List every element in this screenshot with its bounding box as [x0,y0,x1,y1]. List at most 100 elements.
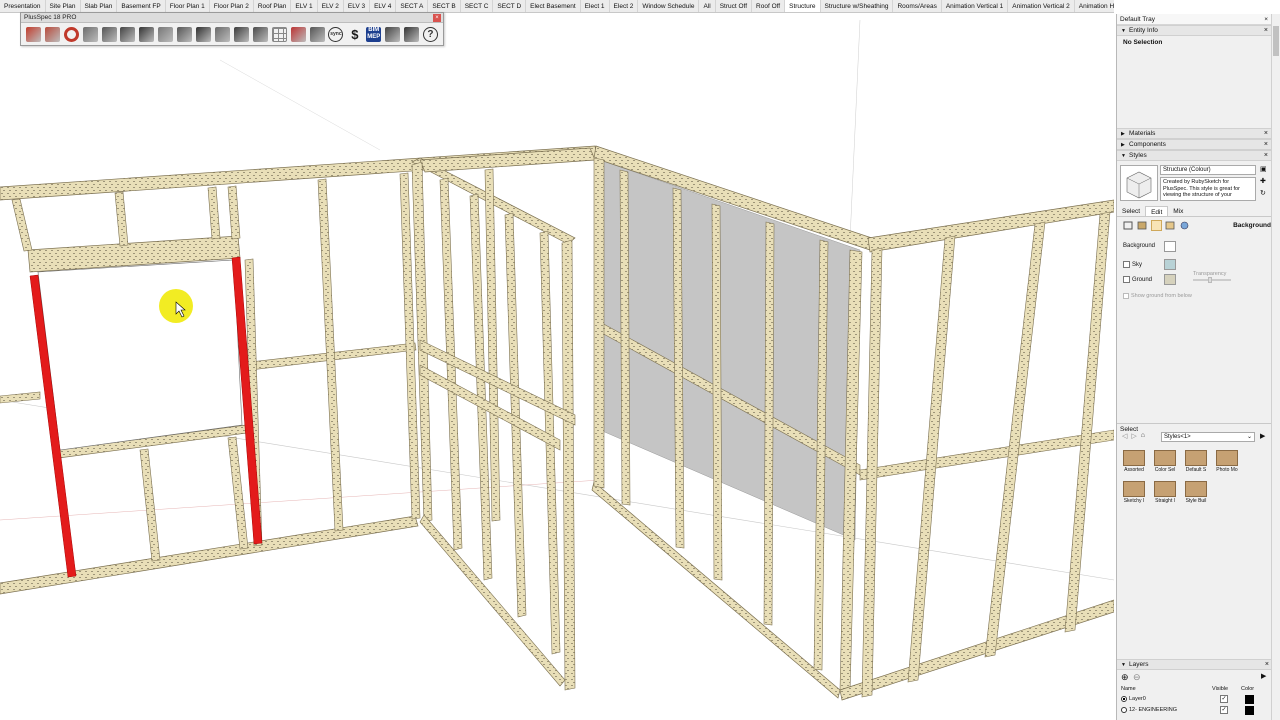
background-color-swatch[interactable] [1164,241,1176,252]
watermark-settings-icon[interactable] [1165,220,1176,231]
scene-tab[interactable]: All [699,0,716,12]
scene-tab[interactable]: Structure w/Sheathing [821,0,894,12]
close-icon[interactable]: × [1264,14,1268,25]
scene-tab[interactable]: Rooms/Areas [893,0,942,12]
tray-scrollbar-thumb[interactable] [1273,26,1279,56]
hexagon-tool-icon[interactable] [213,25,232,44]
layer-color-swatch[interactable] [1245,695,1254,704]
details-arrow-icon[interactable]: ▶ [1260,432,1265,440]
active-layer-radio[interactable] [1121,696,1127,702]
update-style-icon[interactable]: ▣ [1260,165,1268,173]
scene-tab[interactable]: ELV 1 [291,0,318,12]
close-icon[interactable]: × [1264,140,1268,150]
slope-tool-icon[interactable] [232,25,251,44]
plusspec-title[interactable]: PlusSpec 18 PRO [21,13,443,23]
components-header[interactable]: ▶ Components × [1117,139,1271,150]
scene-tab[interactable]: Floor Plan 1 [166,0,210,12]
camera-icon[interactable] [251,25,270,44]
measure-icon[interactable] [383,25,402,44]
forward-arrow-icon[interactable]: ▷ [1131,432,1136,440]
post-tool-icon[interactable] [156,25,175,44]
grid-icon[interactable] [270,25,289,44]
transparency-slider-handle[interactable] [1208,277,1212,283]
truck-icon[interactable] [24,25,43,44]
scene-tab[interactable]: Roof Off [752,0,786,12]
face-settings-icon[interactable] [1137,220,1148,231]
scene-tab[interactable]: Structure [785,0,821,12]
scene-tab[interactable]: ELV 3 [344,0,371,12]
pointer-icon[interactable] [402,25,421,44]
style-preview-thumbnail[interactable] [1120,165,1158,201]
style-name-field[interactable]: Structure (Colour) [1160,165,1256,175]
style-folder-thumbnail[interactable]: Photo Mo [1213,450,1241,478]
remove-layer-icon[interactable]: ⊖ [1133,672,1141,683]
layers-col-visible[interactable]: Visible [1212,686,1228,692]
sky-checkbox[interactable] [1123,261,1130,268]
corner-tool-icon[interactable] [194,25,213,44]
layer-visible-checkbox[interactable]: ✓ [1220,695,1228,703]
show-ground-checkbox[interactable] [1123,293,1129,299]
tray-scrollbar[interactable] [1271,14,1280,720]
wall-tool-icon[interactable] [43,25,62,44]
close-icon[interactable]: × [433,14,441,22]
column-tool-icon[interactable] [100,25,119,44]
scene-tab[interactable]: SECT C [461,0,494,12]
scene-tab[interactable]: Animation Horizontal 1 [1075,0,1114,12]
ground-checkbox[interactable] [1123,276,1130,283]
style-tab[interactable]: Mix [1168,206,1188,216]
scene-tab[interactable]: Struct Off [716,0,753,12]
close-icon[interactable]: × [1264,151,1268,161]
style-description-field[interactable]: Created by RubySketch for PlusSpec. This… [1160,177,1256,201]
stair-tool-icon[interactable] [175,25,194,44]
refresh-icon[interactable]: ↻ [1260,189,1268,197]
style-folder-thumbnail[interactable]: Straight l [1151,481,1179,509]
styles-header[interactable]: ▼ Styles × [1117,150,1271,161]
lines-tool-icon[interactable] [289,25,308,44]
add-layer-icon[interactable]: ⊕ [1121,672,1129,683]
ring-tool-icon[interactable] [62,25,81,44]
entity-info-header[interactable]: ▼ Entity Info × [1117,25,1271,36]
sync-icon[interactable]: sync [327,25,346,44]
box-tool-icon[interactable] [308,25,327,44]
scene-tab[interactable]: Window Schedule [638,0,700,12]
background-settings-icon[interactable] [1151,220,1162,231]
details-arrow-icon[interactable]: ▶ [1261,672,1266,680]
scene-tab[interactable]: SECT A [396,0,429,12]
bim-mep-icon[interactable]: BIM MEP [364,25,383,44]
home-icon[interactable]: ⌂ [1141,432,1145,440]
layer-visible-checkbox[interactable]: ✓ [1220,706,1228,714]
scene-tab[interactable]: Basement FP [117,0,166,12]
style-folder-thumbnail[interactable]: Style Buil [1182,481,1210,509]
close-icon[interactable]: × [1265,660,1269,670]
dollar-icon[interactable]: $ [345,25,364,44]
materials-header[interactable]: ▶ Materials × [1117,128,1271,139]
layers-col-color[interactable]: Color [1241,686,1254,692]
scene-tab[interactable]: Animation Vertical 1 [942,0,1009,12]
layer-row[interactable]: 12- ENGINEERING ✓ [1117,705,1272,716]
style-folder-thumbnail[interactable]: Default S [1182,450,1210,478]
transparency-slider[interactable] [1193,279,1231,281]
door-tool-icon[interactable] [137,25,156,44]
scene-tab[interactable]: Roof Plan [254,0,292,12]
back-arrow-icon[interactable]: ◁ [1122,432,1127,440]
scene-tab[interactable]: SECT D [493,0,527,12]
scene-tab[interactable]: Elect 1 [581,0,610,12]
style-folder-thumbnail[interactable]: Color Sel [1151,450,1179,478]
cube-tool-icon[interactable] [119,25,138,44]
style-tab[interactable]: Edit [1145,206,1169,216]
beam-tool-icon[interactable] [81,25,100,44]
modeling-viewport[interactable] [0,14,1114,720]
help-icon[interactable]: ? [421,25,440,44]
scene-tab[interactable]: Animation Vertical 2 [1008,0,1075,12]
close-icon[interactable]: × [1264,26,1268,36]
create-style-icon[interactable]: ✚ [1260,177,1268,185]
scene-tab[interactable]: ELV 2 [318,0,344,12]
style-tab[interactable]: Select [1117,206,1145,216]
modeling-settings-icon[interactable] [1179,220,1190,231]
close-icon[interactable]: × [1264,129,1268,139]
layer-color-swatch[interactable] [1245,706,1254,715]
scene-tab[interactable]: Elect Basement [526,0,581,12]
layers-header[interactable]: ▼ Layers × [1117,659,1272,670]
ground-color-swatch[interactable] [1164,274,1176,285]
scene-tab[interactable]: ELV 4 [370,0,397,12]
